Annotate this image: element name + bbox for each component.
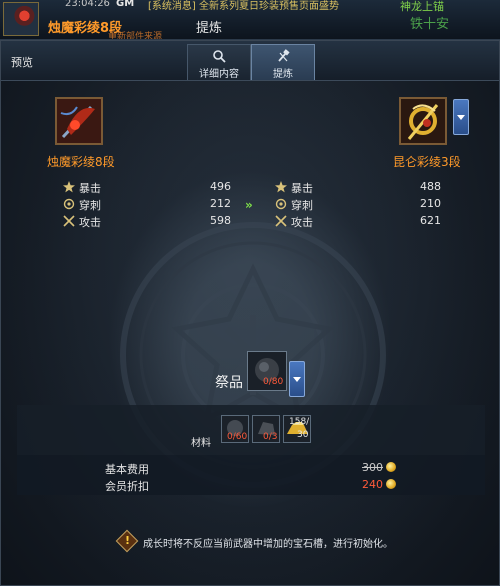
character-subtitle: 重新部件来源: [108, 32, 163, 40]
tab-refine[interactable]: 提炼: [251, 44, 315, 80]
target-stat-crit: 暴击 488: [275, 180, 455, 196]
target-stat-pierce: 穿刺 210: [275, 197, 455, 213]
base-cost-label: 基本费用: [105, 463, 149, 476]
stat-value: 488: [420, 180, 441, 193]
materials-panel: [17, 405, 485, 455]
tab-refine-label: 提炼: [273, 69, 293, 80]
crit-star-icon: [275, 181, 287, 193]
clock: 23:04:26: [65, 0, 110, 9]
target-item-name: 昆仑彩绫3段: [393, 155, 461, 169]
stat-value: 212: [210, 197, 231, 210]
golden-weapon-icon: [401, 99, 445, 143]
system-news-ticker: [系统消息] 全新系列夏日珍装预售页面盛势: [148, 1, 339, 12]
notice-text: 成长时将不反应当前武器中增加的宝石槽，进行初始化。: [143, 539, 393, 550]
gold-coin-icon: [386, 462, 396, 472]
stat-value: 621: [420, 214, 441, 227]
stat-label: 穿刺: [291, 199, 313, 212]
target-item-dropdown[interactable]: [453, 99, 469, 135]
background-window-title: 提炼: [196, 21, 223, 36]
window-titlebar: 预览 详细内容 提炼: [1, 41, 499, 81]
offering-count: 0/80: [263, 377, 284, 387]
gold-coin-icon: [386, 479, 396, 489]
source-item-name: 烛魔彩绫8段: [47, 155, 115, 169]
source-stat-pierce: 穿刺 212: [63, 197, 243, 213]
crossed-swords-icon: [275, 215, 287, 227]
crimson-weapon-icon: [57, 99, 101, 143]
target-stat-attack: 攻击 621: [275, 214, 455, 230]
stat-value: 496: [210, 180, 231, 193]
refine-preview-window: 预览 详细内容 提炼 烛魔彩绫8段 昆仑彩绫3段 暴击 496 穿刺 212 攻…: [0, 40, 500, 586]
stat-value: 598: [210, 214, 231, 227]
stat-label: 暴击: [79, 182, 101, 195]
tab-bar: 详细内容 提炼: [187, 44, 315, 80]
source-item-slot[interactable]: [55, 97, 103, 145]
stat-label: 攻击: [79, 216, 101, 229]
top-right-label: 神龙上锚: [400, 0, 444, 13]
material-count-2: 0/3: [263, 432, 278, 442]
top-game-strip: 23:04:26 GM [系统消息] 全新系列夏日珍装预售页面盛势 烛魔彩绫8段…: [0, 0, 500, 40]
stat-value: 210: [420, 197, 441, 210]
materials-label: 材料: [191, 438, 211, 449]
crossed-swords-icon: [63, 215, 75, 227]
source-stat-attack: 攻击 598: [63, 214, 243, 230]
member-discount-label: 会员折扣: [105, 480, 149, 493]
offering-dropdown[interactable]: [289, 361, 305, 397]
target-item-slot[interactable]: [399, 97, 447, 145]
member-discount-value: 240: [362, 478, 383, 491]
pierce-icon: [275, 198, 287, 210]
crit-star-icon: [63, 181, 75, 193]
source-stat-crit: 暴击 496: [63, 180, 243, 196]
base-cost-value: 300: [362, 461, 383, 474]
material-required-3: 30: [297, 430, 309, 440]
cost-panel: [17, 455, 485, 495]
hammer-icon: [278, 49, 290, 62]
window-title: 预览: [11, 56, 33, 69]
pierce-icon: [63, 198, 75, 210]
stat-label: 暴击: [291, 182, 313, 195]
upgrade-arrow-icon: »: [245, 198, 253, 212]
offering-label: 祭品: [215, 375, 243, 391]
search-icon: [213, 50, 226, 63]
warning-exclamation: !: [125, 534, 131, 547]
material-count-1: 0/60: [227, 432, 248, 442]
material-owned-3: 158/: [289, 417, 310, 427]
stat-label: 攻击: [291, 216, 313, 229]
stat-label: 穿刺: [79, 199, 101, 212]
tab-details[interactable]: 详细内容: [187, 44, 251, 80]
top-right-sublabel: 铁十安: [410, 17, 450, 32]
character-avatar[interactable]: [3, 2, 39, 36]
tab-details-label: 详细内容: [199, 69, 239, 80]
gm-badge: GM: [116, 0, 135, 9]
